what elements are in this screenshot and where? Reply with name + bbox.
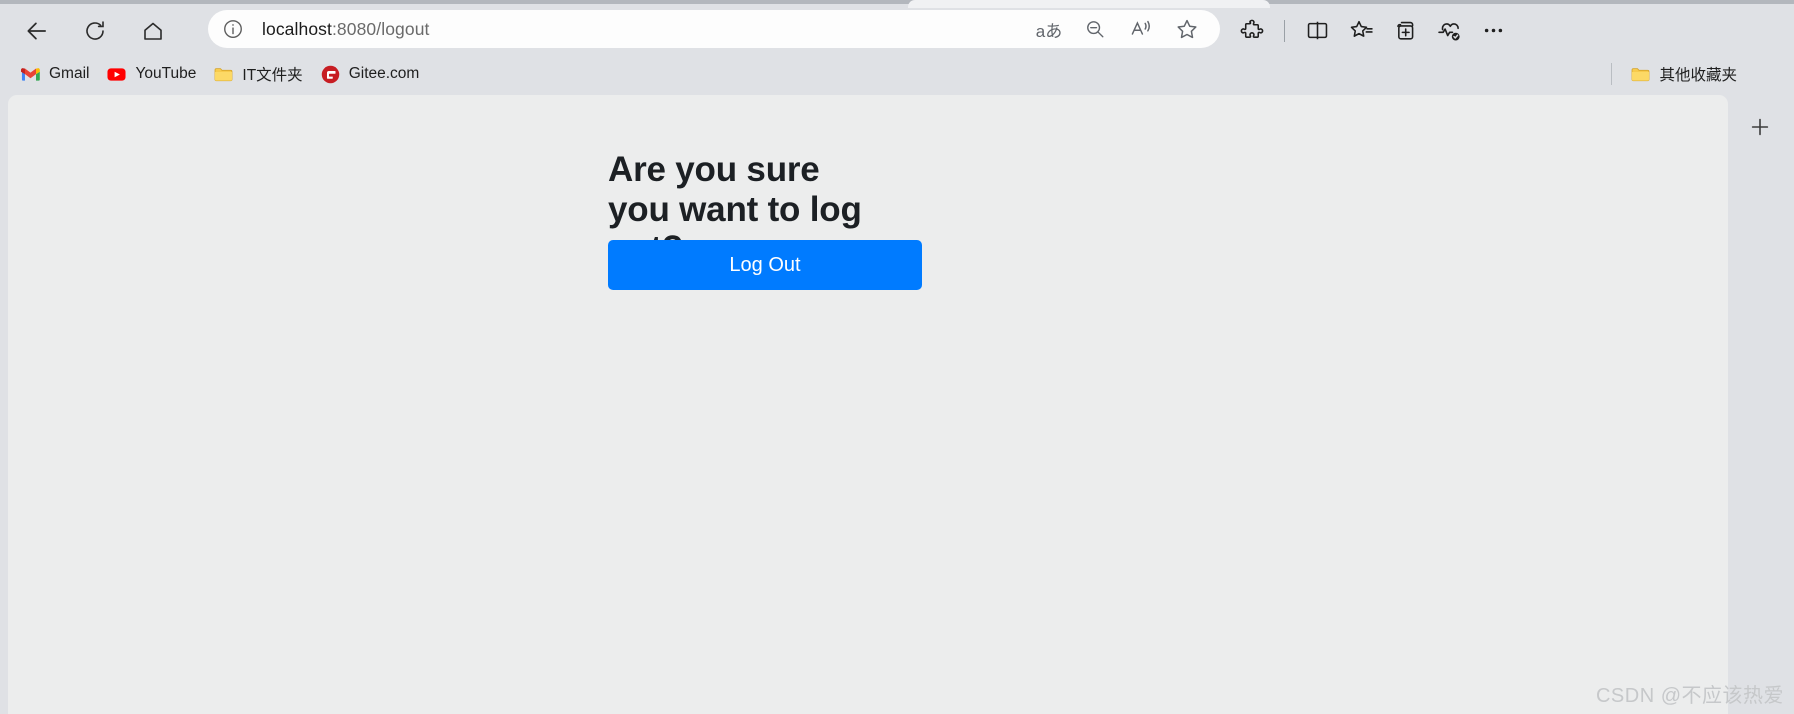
add-sidebar-app-button[interactable] <box>1740 107 1780 147</box>
home-icon <box>141 19 165 43</box>
split-screen-icon[interactable] <box>1297 11 1337 51</box>
watermark: CSDN @不应该热爱 <box>1595 685 1784 707</box>
bookmark-youtube[interactable]: YouTube <box>98 59 205 89</box>
favorite-icon[interactable] <box>1172 14 1202 44</box>
back-arrow-icon <box>24 18 50 44</box>
reload-icon <box>83 19 107 43</box>
read-aloud-icon[interactable] <box>1126 14 1156 44</box>
bookmark-label: IT文件夹 <box>242 67 303 84</box>
browser-window: localhost:8080/logout aあ Gmail YouTube I… <box>0 0 1794 714</box>
youtube-icon <box>107 65 127 84</box>
bookmark-it-folder[interactable]: IT文件夹 <box>205 59 311 89</box>
omnibox-actions: aあ <box>1034 14 1202 44</box>
other-favorites-label: 其他收藏夹 <box>1659 67 1737 84</box>
back-button[interactable] <box>18 12 56 50</box>
sidebar-rail <box>1728 95 1794 714</box>
zoom-out-icon[interactable] <box>1080 14 1110 44</box>
add-tab-group-icon[interactable] <box>1385 11 1425 51</box>
folder-icon <box>214 65 233 84</box>
log-out-button[interactable]: Log Out <box>608 240 922 290</box>
bookmark-gmail[interactable]: Gmail <box>12 59 98 89</box>
logout-page-content: Are you sure you want to log out? Log Ou… <box>8 95 1728 714</box>
active-tab[interactable] <box>908 0 1270 8</box>
site-info-icon[interactable] <box>220 16 246 42</box>
toolbar-right <box>1232 8 1513 53</box>
tab-strip-line <box>0 0 1794 4</box>
extensions-icon[interactable] <box>1232 11 1272 51</box>
bookmark-label: Gitee.com <box>348 65 420 82</box>
collections-icon[interactable] <box>1341 11 1381 51</box>
gmail-icon <box>21 65 40 84</box>
tab-strip <box>0 0 1794 8</box>
url-text[interactable]: localhost:8080/logout <box>262 19 430 40</box>
translate-glyph: aあ <box>1035 21 1063 41</box>
bookmarks-overflow: 其他收藏夹 <box>1611 59 1746 89</box>
folder-icon <box>1631 65 1650 84</box>
bookmarks-bar: Gmail YouTube IT文件夹 Gitee.com 其他收藏夹 <box>0 53 1794 95</box>
gitee-icon <box>321 65 340 84</box>
bookmark-label: YouTube <box>135 65 197 82</box>
toolbar-separator <box>1284 19 1285 42</box>
page-viewport: Are you sure you want to log out? Log Ou… <box>8 95 1728 714</box>
browser-essentials-icon[interactable] <box>1429 11 1469 51</box>
url-path: :8080/logout <box>331 18 430 39</box>
bookmark-label: Gmail <box>49 65 90 82</box>
address-bar[interactable]: localhost:8080/logout aあ <box>208 10 1220 48</box>
settings-more-icon[interactable] <box>1473 11 1513 51</box>
other-favorites-button[interactable]: 其他收藏夹 <box>1622 59 1746 89</box>
bookmarks-divider <box>1611 63 1613 85</box>
reload-button[interactable] <box>76 12 114 50</box>
bookmark-gitee[interactable]: Gitee.com <box>312 59 429 89</box>
url-host: localhost <box>262 18 332 39</box>
home-button[interactable] <box>134 12 172 50</box>
translate-icon[interactable]: aあ <box>1034 14 1064 44</box>
